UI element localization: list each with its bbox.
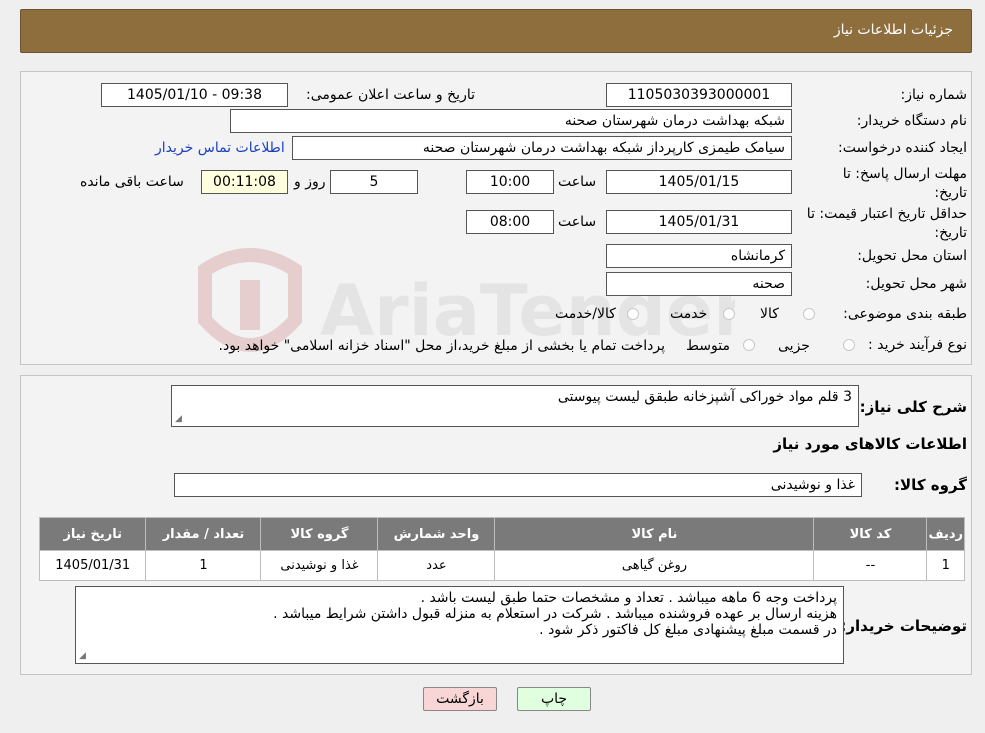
announce-datetime-label: تاریخ و ساعت اعلان عمومی: bbox=[306, 87, 475, 103]
buyer-note-line: در قسمت مبلغ پیشنهادی مبلغ کل فاکتور ذکر… bbox=[539, 622, 837, 638]
price-validity-time-label: ساعت bbox=[558, 214, 597, 230]
cell-goods-group: غذا و نوشیدنی bbox=[260, 550, 379, 581]
category-service-radio[interactable] bbox=[723, 308, 735, 320]
summary-textarea[interactable]: 3 قلم مواد خوراکی آشپزخانه طبقق لیست پیو… bbox=[171, 385, 859, 427]
creator-field[interactable]: سیامک طیمزی کارپرداز شبکه بهداشت درمان ش… bbox=[292, 136, 792, 160]
process-medium-label: متوسط bbox=[686, 338, 730, 354]
buyer-notes-textarea[interactable]: پرداخت وجه 6 ماهه میباشد . تعداد و مشخصا… bbox=[75, 586, 844, 664]
category-goods-radio[interactable] bbox=[803, 308, 815, 320]
back-button[interactable]: بازگشت bbox=[423, 687, 497, 711]
col-item-name: نام کالا bbox=[494, 517, 815, 551]
announce-datetime-field[interactable]: 1405/01/10 - 09:38 bbox=[101, 83, 288, 107]
goods-group-field[interactable]: غذا و نوشیدنی bbox=[174, 473, 862, 497]
col-row-number: ردیف bbox=[926, 517, 965, 551]
deadline-time-label: ساعت bbox=[558, 174, 597, 190]
category-label: طبقه بندی موضوعی: bbox=[843, 306, 967, 322]
category-service-label: خدمت bbox=[670, 306, 708, 322]
deadline-date-field[interactable]: 1405/01/15 bbox=[606, 170, 792, 194]
items-table-header: ردیف کد کالا نام کالا واحد شمارش گروه کا… bbox=[38, 517, 965, 551]
resize-grip-icon[interactable]: ◢ bbox=[175, 415, 182, 424]
need-number-label: شماره نیاز: bbox=[900, 87, 968, 103]
process-minor-label: جزیی bbox=[778, 338, 810, 354]
purchase-process-label: نوع فرآیند خرید : bbox=[868, 337, 967, 353]
cell-item-code: -- bbox=[813, 550, 928, 581]
col-unit: واحد شمارش bbox=[377, 517, 496, 551]
price-validity-time-field[interactable]: 08:00 bbox=[466, 210, 554, 234]
category-goods-label: کالا bbox=[760, 306, 779, 322]
remaining-time-label: ساعت باقی مانده bbox=[80, 174, 184, 190]
category-goods-service-radio[interactable] bbox=[627, 308, 639, 320]
province-label: استان محل تحویل: bbox=[857, 248, 967, 264]
cell-need-date: 1405/01/31 bbox=[38, 550, 147, 581]
city-field[interactable]: صحنه bbox=[606, 272, 792, 296]
city-label: شهر محل تحویل: bbox=[865, 276, 967, 292]
days-remaining-field[interactable]: 5 bbox=[330, 170, 418, 194]
table-row: 1 -- روغن گیاهی عدد غذا و نوشیدنی 1 1405… bbox=[38, 550, 965, 581]
page-header: جزئیات اطلاعات نیاز bbox=[20, 9, 972, 53]
province-field[interactable]: کرمانشاه bbox=[606, 244, 792, 268]
process-medium-radio[interactable] bbox=[743, 339, 755, 351]
buyer-note-line: پرداخت وجه 6 ماهه میباشد . تعداد و مشخصا… bbox=[420, 590, 837, 606]
summary-label: شرح کلی نیاز: bbox=[859, 398, 967, 416]
col-item-code: کد کالا bbox=[813, 517, 928, 551]
category-goods-service-label: کالا/خدمت bbox=[555, 306, 616, 322]
need-number-field[interactable]: 1105030393000001 bbox=[606, 83, 792, 107]
deadline-label: مهلت ارسال پاسخ: تا تاریخ: bbox=[842, 166, 967, 201]
deadline-time-field[interactable]: 10:00 bbox=[466, 170, 554, 194]
cell-quantity: 1 bbox=[145, 550, 262, 581]
buyer-org-field[interactable]: شبکه بهداشت درمان شهرستان صحنه bbox=[230, 109, 792, 133]
creator-label: ایجاد کننده درخواست: bbox=[838, 140, 967, 156]
cell-item-name: روغن گیاهی bbox=[494, 550, 815, 581]
buyer-note-line: هزینه ارسال بر عهده فروشنده میباشد . شرک… bbox=[273, 606, 837, 622]
summary-text: 3 قلم مواد خوراکی آشپزخانه طبقق لیست پیو… bbox=[557, 389, 852, 405]
items-table: ردیف کد کالا نام کالا واحد شمارش گروه کا… bbox=[38, 517, 965, 581]
watermark-shield-icon bbox=[198, 248, 302, 352]
price-validity-label: حداقل تاریخ اعتبار قیمت: تا تاریخ: bbox=[806, 206, 967, 241]
cell-row-number: 1 bbox=[926, 550, 965, 581]
process-treasury-note: پرداخت تمام یا بخشی از مبلغ خرید،از محل … bbox=[218, 338, 665, 354]
col-goods-group: گروه کالا bbox=[260, 517, 379, 551]
cell-unit: عدد bbox=[377, 550, 496, 581]
buyer-notes-label: توضیحات خریدار: bbox=[840, 617, 967, 635]
buyer-contact-link[interactable]: اطلاعات تماس خریدار bbox=[155, 140, 285, 156]
print-button[interactable]: چاپ bbox=[517, 687, 591, 711]
days-label: روز و bbox=[294, 174, 326, 190]
remaining-time-field: 00:11:08 bbox=[201, 170, 288, 194]
page-title: جزئیات اطلاعات نیاز bbox=[833, 22, 953, 38]
price-validity-date-field[interactable]: 1405/01/31 bbox=[606, 210, 792, 234]
col-need-date: تاریخ نیاز bbox=[38, 517, 147, 551]
process-minor-radio[interactable] bbox=[843, 339, 855, 351]
resize-grip-icon[interactable]: ◢ bbox=[79, 652, 86, 661]
goods-group-label: گروه کالا: bbox=[894, 476, 967, 494]
items-heading: اطلاعات کالاهای مورد نیاز bbox=[773, 435, 967, 453]
col-quantity: تعداد / مقدار bbox=[145, 517, 262, 551]
buyer-org-label: نام دستگاه خریدار: bbox=[856, 113, 967, 129]
